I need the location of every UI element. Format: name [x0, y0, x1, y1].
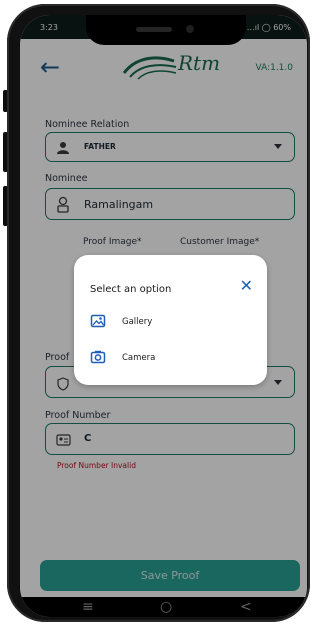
close-icon[interactable]: ✕ [240, 277, 253, 295]
phone-frame: 3:23 …ıl ◯ 60% ← Rtm VA:1.1.0 Nominee Re… [7, 4, 310, 622]
app-screen: 3:23 …ıl ◯ 60% ← Rtm VA:1.1.0 Nominee Re… [20, 15, 307, 617]
option-gallery-label: Gallery [122, 317, 153, 327]
select-option-dialog: Select an option ✕ Gallery Camera [74, 255, 267, 385]
option-camera-label: Camera [122, 353, 156, 363]
gallery-icon [90, 313, 106, 333]
dialog-title: Select an option [90, 284, 172, 295]
option-camera[interactable]: Camera [90, 347, 250, 371]
option-gallery[interactable]: Gallery [90, 311, 250, 335]
camera-icon [90, 349, 106, 369]
